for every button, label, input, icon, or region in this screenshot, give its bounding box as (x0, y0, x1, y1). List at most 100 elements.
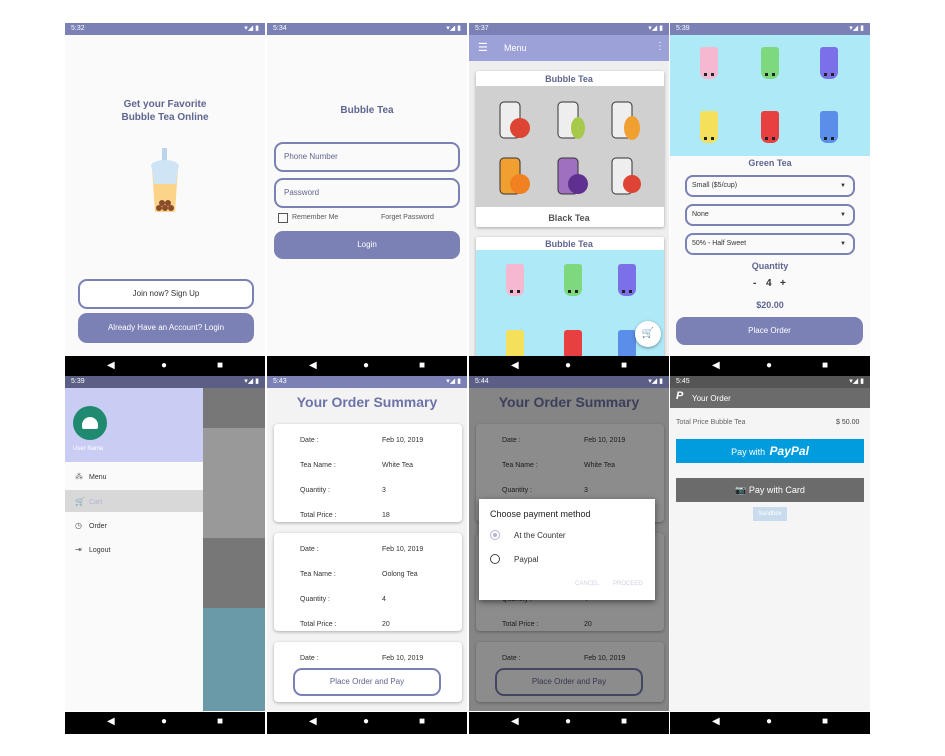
toolbar-title: Your Order (692, 394, 731, 403)
drawer-item-order[interactable]: ◷ Order (75, 521, 107, 530)
option-at-counter[interactable]: At the Counter (514, 531, 566, 540)
status-bar: 5:34 ▾◢ ▮ (267, 23, 467, 35)
status-time: 5:43 (273, 378, 287, 385)
recents-icon[interactable]: ■ (822, 360, 828, 371)
signup-button[interactable]: Join now? Sign Up (78, 279, 254, 309)
back-icon[interactable]: ◀ (309, 360, 317, 371)
back-icon[interactable]: ◀ (309, 716, 317, 727)
page-title: Your Order Summary (296, 394, 438, 410)
drawer-item-cart[interactable]: 🛒 Cart (65, 490, 203, 512)
home-icon[interactable]: ● (363, 716, 369, 727)
forget-password-link[interactable]: Forget Password (381, 214, 434, 221)
place-order-and-pay-button[interactable]: Place Order and Pay (293, 668, 441, 696)
back-icon[interactable]: ◀ (712, 360, 720, 371)
navigation-drawer: User Name ⁂ Menu 🛒 Cart ◷ Order ⇥ Logout (65, 388, 203, 711)
back-icon[interactable]: ◀ (511, 360, 519, 371)
status-bar: 5:39 ▾◢ ▮ (65, 376, 265, 388)
topping-dropdown[interactable]: None ▼ (685, 204, 855, 226)
login-button[interactable]: Login (274, 231, 460, 259)
screen-payment-dialog: 5:44 ▾◢ ▮ Your Order Summary Date : Feb 10… (469, 376, 669, 711)
paypal-wordmark: PayPal (769, 444, 809, 458)
password-field[interactable]: Password (274, 178, 460, 208)
drawer-item-label: Menu (89, 474, 107, 481)
recents-icon[interactable]: ■ (419, 360, 425, 371)
tea-name-value: Oolong Tea (382, 571, 418, 578)
radio-at-counter[interactable] (490, 530, 500, 540)
menu-icon: ⁂ (75, 472, 83, 481)
proceed-button[interactable]: PROCEED (613, 581, 643, 587)
date-value: Feb 10, 2019 (382, 437, 424, 444)
back-icon[interactable]: ◀ (107, 360, 115, 371)
recents-icon[interactable]: ■ (621, 716, 627, 727)
screen-welcome: 5:32 ▾◢ ▮ Get your Favorite Bubble Tea On… (65, 23, 265, 378)
home-icon[interactable]: ● (161, 360, 167, 371)
quantity-label: Quantity : (300, 487, 330, 494)
size-value: Small ($5/cup) (692, 182, 738, 189)
increment-button[interactable]: + (780, 278, 786, 289)
recents-icon[interactable]: ■ (621, 360, 627, 371)
nav-bar: ◀ ● ■ (670, 356, 870, 378)
menu-card-bubble-tea[interactable]: Bubble Tea (476, 237, 664, 367)
quantity-label: Quantity : (300, 596, 330, 603)
dropdown-arrow-icon: ▼ (840, 241, 846, 247)
place-order-button[interactable]: Place Order (676, 317, 863, 345)
pay-with-paypal-button[interactable]: Pay with PayPal (676, 439, 864, 463)
status-icons: ▾◢ ▮ (648, 25, 663, 32)
nav-bar: ◀ ● ■ (65, 712, 265, 734)
toolbar-title: Menu (504, 43, 527, 53)
menu-card-black-tea[interactable]: Bubble Tea Black Tea (476, 71, 664, 227)
sweetness-dropdown[interactable]: 50% - Half Sweet ▼ (685, 233, 855, 255)
hamburger-menu-icon[interactable]: ☰ (478, 41, 488, 54)
home-icon[interactable]: ● (766, 360, 772, 371)
drawer-item-logout[interactable]: ⇥ Logout (75, 545, 110, 554)
status-bar: 5:44 ▾◢ ▮ (469, 376, 669, 388)
option-paypal[interactable]: Paypal (514, 555, 538, 564)
bubble-tea-logo-icon (151, 148, 179, 212)
drawer-item-label: Cart (89, 499, 103, 506)
recents-icon[interactable]: ■ (419, 716, 425, 727)
login-button[interactable]: Already Have an Account? Login (78, 313, 254, 343)
back-icon[interactable]: ◀ (511, 716, 519, 727)
cancel-button[interactable]: CANCEL (575, 581, 599, 587)
cart-fab-icon[interactable]: 🛒 (635, 321, 661, 347)
radio-paypal[interactable] (490, 554, 500, 564)
total-price-label: Total Price : (300, 512, 337, 519)
phone-number-field[interactable]: Phone Number (274, 142, 460, 172)
drawer-item-menu[interactable]: ⁂ Menu (75, 472, 107, 481)
size-dropdown[interactable]: Small ($5/cup) ▼ (685, 175, 855, 197)
status-icons: ▾◢ ▮ (648, 378, 663, 385)
home-icon[interactable]: ● (161, 716, 167, 727)
overflow-menu-icon[interactable]: ⋮ (655, 41, 665, 52)
back-icon[interactable]: ◀ (712, 716, 720, 727)
home-icon[interactable]: ● (363, 360, 369, 371)
dimmed-menu-background[interactable] (203, 388, 265, 711)
tea-name-label: Tea Name : (300, 462, 336, 469)
card-caption: Black Tea (548, 213, 590, 223)
total-price-label: Total Price : (300, 621, 337, 628)
remember-me-checkbox[interactable] (278, 213, 288, 223)
status-icons: ▾◢ ▮ (446, 25, 461, 32)
product-name: Green Tea (748, 158, 792, 168)
decrement-button[interactable]: - (753, 278, 756, 289)
remember-me-label: Remember Me (292, 214, 339, 221)
pay-with-card-button[interactable]: 📷 Pay with Card (676, 478, 864, 502)
screen-paypal-checkout: 5:45 ▾◢ ▮ P Your Order Total Price Bubble… (670, 376, 870, 711)
bubble-tea-image (476, 250, 664, 367)
back-icon[interactable]: ◀ (107, 716, 115, 727)
date-label: Date : (300, 546, 319, 553)
home-icon[interactable]: ● (766, 716, 772, 727)
recents-icon[interactable]: ■ (217, 360, 223, 371)
status-time: 5:39 (71, 378, 85, 385)
headline-line-1: Get your Favorite (123, 99, 207, 110)
status-bar: 5:39 ▾◢ ▮ (670, 23, 870, 35)
home-icon[interactable]: ● (565, 716, 571, 727)
recents-icon[interactable]: ■ (217, 716, 223, 727)
date-label: Date : (300, 437, 319, 444)
logout-icon: ⇥ (75, 545, 82, 554)
drawer-item-label: Order (89, 523, 107, 530)
recents-icon[interactable]: ■ (822, 716, 828, 727)
status-bar: 5:32 ▾◢ ▮ (65, 23, 265, 35)
home-icon[interactable]: ● (565, 360, 571, 371)
status-icons: ▾◢ ▮ (446, 378, 461, 385)
status-time: 5:39 (676, 25, 690, 32)
